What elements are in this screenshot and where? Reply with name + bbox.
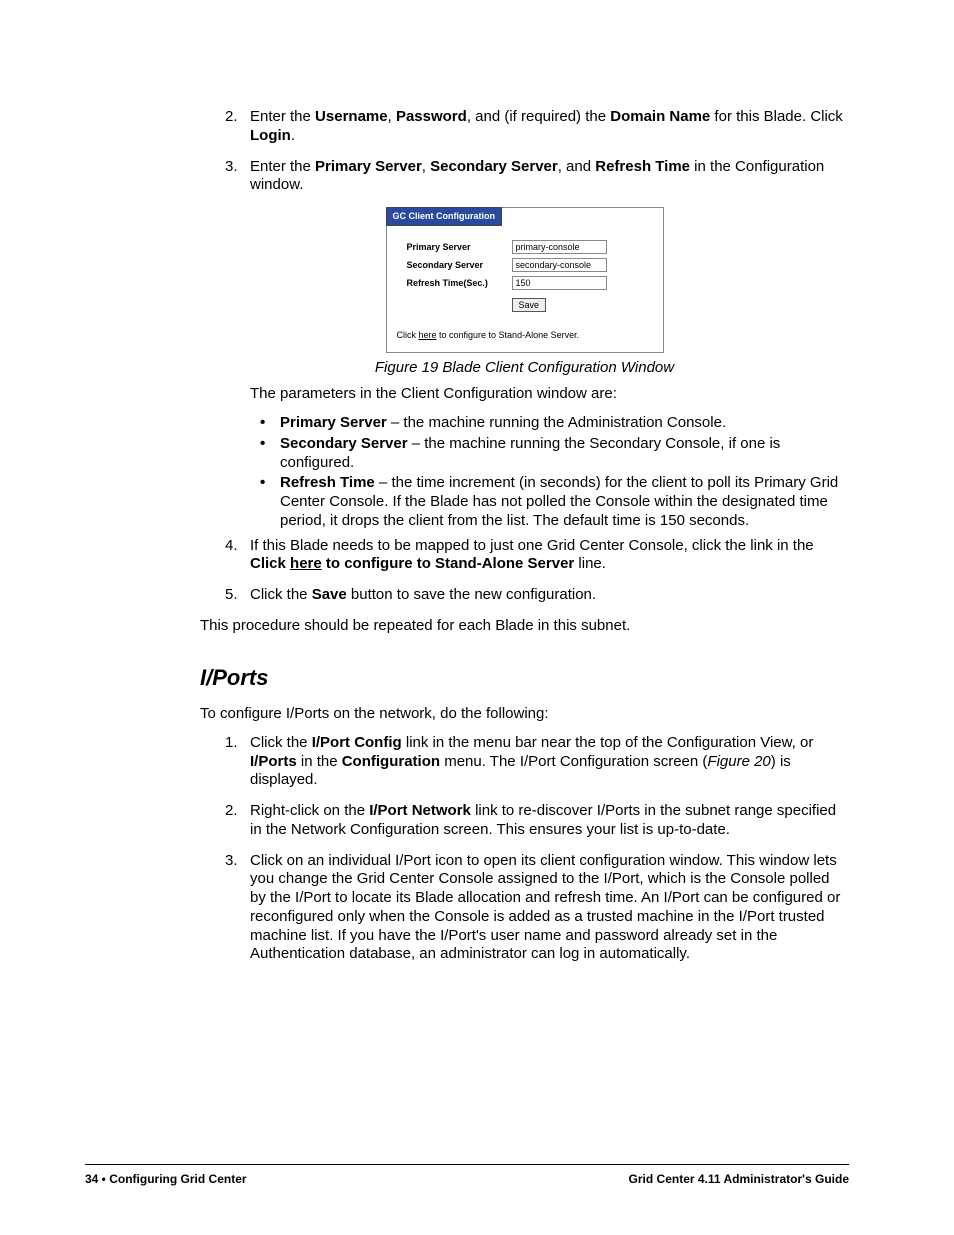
secondary-server-label: Secondary Server: [407, 260, 512, 271]
save-button[interactable]: Save: [512, 298, 547, 312]
bold: Secondary Server: [430, 158, 558, 175]
step-4: 4. If this Blade needs to be mapped to j…: [250, 537, 849, 575]
iports-intro: To configure I/Ports on the network, do …: [200, 705, 849, 724]
bold: Primary Server: [280, 414, 387, 431]
step-number: 4.: [225, 537, 238, 556]
italic: Figure 20: [707, 753, 770, 770]
bold: Save: [312, 586, 347, 603]
secondary-server-input[interactable]: [512, 258, 607, 272]
text: Right-click on the: [250, 802, 369, 819]
text: ,: [422, 158, 430, 175]
params-intro: The parameters in the Client Configurati…: [200, 385, 849, 404]
refresh-time-input[interactable]: [512, 276, 607, 290]
text: , and: [558, 158, 596, 175]
text: button to save the new configuration.: [347, 586, 596, 603]
footer-left: 34 • Configuring Grid Center: [85, 1172, 247, 1187]
bold: I/Port Config: [312, 734, 402, 751]
bold: Secondary Server: [280, 435, 408, 452]
text: for this Blade. Click: [710, 108, 843, 125]
bold: I/Port Network: [369, 802, 471, 819]
text: ,: [388, 108, 396, 125]
bold: Configuration: [342, 753, 440, 770]
closing-para: This procedure should be repeated for ea…: [200, 617, 849, 636]
bold: Domain Name: [610, 108, 710, 125]
page-footer: 34 • Configuring Grid Center Grid Center…: [85, 1172, 849, 1187]
text: in the: [297, 753, 342, 770]
text: – the machine running the Administration…: [387, 414, 726, 431]
step-number: 5.: [225, 586, 238, 605]
here-link[interactable]: here: [419, 330, 437, 340]
iport-step-1: 1. Click the I/Port Config link in the m…: [250, 734, 849, 790]
text: line.: [574, 555, 606, 572]
text: Click the: [250, 734, 312, 751]
footer-rule: [85, 1164, 849, 1165]
text: Click the: [250, 586, 312, 603]
step-2: 2. Enter the Username, Password, and (if…: [250, 108, 849, 146]
text: Enter the: [250, 158, 315, 175]
bold: Refresh Time: [280, 474, 375, 491]
bold: Refresh Time: [595, 158, 690, 175]
figure-19: GC Client Configuration Primary Server S…: [200, 207, 849, 377]
bold: I/Ports: [250, 753, 297, 770]
bold: to configure to Stand-Alone Server: [322, 555, 575, 572]
bold-underline: here: [290, 555, 322, 572]
text: , and (if required) the: [467, 108, 610, 125]
figure-caption: Figure 19 Blade Client Configuration Win…: [200, 359, 849, 378]
iport-step-2: 2. Right-click on the I/Port Network lin…: [250, 802, 849, 840]
step-number: 3.: [225, 852, 238, 871]
text: to configure to Stand-Alone Server.: [437, 330, 580, 340]
step-number: 3.: [225, 158, 238, 177]
bold: Login: [250, 127, 291, 144]
text: Enter the: [250, 108, 315, 125]
text: If this Blade needs to be mapped to just…: [250, 537, 814, 554]
standalone-link-line: Click here to configure to Stand-Alone S…: [387, 322, 663, 351]
bold: Password: [396, 108, 467, 125]
footer-right: Grid Center 4.11 Administrator's Guide: [629, 1172, 849, 1187]
refresh-time-label: Refresh Time(Sec.): [407, 278, 512, 289]
step-number: 2.: [225, 802, 238, 821]
text: Click on an individual I/Port icon to op…: [250, 852, 840, 963]
text: menu. The I/Port Configuration screen (: [440, 753, 707, 770]
iport-step-3: 3. Click on an individual I/Port icon to…: [250, 852, 849, 965]
bold: Primary Server: [315, 158, 422, 175]
step-5: 5. Click the Save button to save the new…: [250, 586, 849, 605]
step-3: 3. Enter the Primary Server, Secondary S…: [250, 158, 849, 196]
text: Click: [397, 330, 419, 340]
step-number: 1.: [225, 734, 238, 753]
bold: Username: [315, 108, 388, 125]
step-number: 2.: [225, 108, 238, 127]
bullet-secondary: Secondary Server – the machine running t…: [280, 435, 849, 473]
bullet-primary: Primary Server – the machine running the…: [280, 414, 849, 433]
text: .: [291, 127, 295, 144]
primary-server-input[interactable]: [512, 240, 607, 254]
config-window: GC Client Configuration Primary Server S…: [386, 207, 664, 353]
primary-server-label: Primary Server: [407, 242, 512, 253]
bullet-refresh: Refresh Time – the time increment (in se…: [280, 474, 849, 530]
iports-heading: I/Ports: [200, 664, 849, 692]
text: link in the menu bar near the top of the…: [402, 734, 814, 751]
bold: Click: [250, 555, 290, 572]
config-tab[interactable]: GC Client Configuration: [386, 207, 503, 226]
